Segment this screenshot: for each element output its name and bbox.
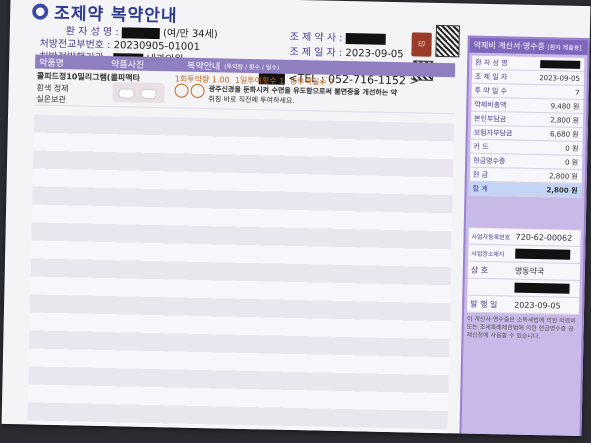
redaction: [345, 32, 386, 45]
col-drug: 약품명: [39, 58, 65, 69]
pill-icon: ●: [32, 2, 49, 20]
receipt-panel: 약제비 계산서·영수증 [환자 제출용] 환 자 성 명 조 제 일 자 2023…: [459, 35, 590, 437]
col-guide: 복약안내: [186, 61, 221, 72]
drug-form: 흰색 정제: [36, 83, 69, 94]
receipt-table: 환 자 성 명 조 제 일 자 2023-09-05 투 약 일 수7 약제비총액…: [469, 55, 585, 198]
no-alcohol-icon: [174, 83, 189, 98]
drug-storage: 실온보관: [36, 94, 66, 105]
empty-rows: [27, 114, 454, 437]
receipt-total: 합 계 2,800 원: [469, 181, 582, 198]
drug-instruction: 취침 바로 직전에 투여하세요.: [208, 95, 295, 105]
redaction: [514, 282, 570, 294]
issue-date: 2023-09-05: [514, 300, 561, 311]
dispense-date: 조 제 일 자 : 2023-09-05: [289, 46, 404, 61]
pharmacy-seal: 印: [411, 32, 432, 57]
store-name: 명동약국: [514, 266, 545, 276]
qr-code: [435, 24, 461, 58]
col-photo: 약품사진: [111, 59, 145, 71]
col-guide-sub: (투약량 / 횟수 / 일수): [224, 62, 280, 72]
redaction: [515, 248, 571, 260]
biz-number: 720-62-00062: [515, 232, 573, 243]
medication-panel: 약품명 약품사진 복약안내 (투약량 / 횟수 / 일수) 콜피드정10밀리그램…: [27, 54, 456, 437]
receipt-note: 이 계산서·영수증은 소득세법에 의한 의료비 또는 조세특례제한법에 의한 현…: [466, 315, 576, 341]
receipt-title: 약제비 계산서·영수증 [환자 제출용]: [469, 37, 588, 56]
prescription-sheet: ● 조제약 복약안내 환 자 성 명 : (여/만 34세) 처방전교부번호 :…: [1, 0, 591, 437]
drug-photo: [112, 82, 165, 104]
drug-row: 콜피드정10밀리그램(콜피맥타 흰색 정제 실온보관 1회투약량 1.00 1일…: [34, 68, 455, 115]
business-info: 사업자등록번호 720-62-00062 사업장소재지 상 호 명동약국 발 행 일…: [466, 227, 581, 315]
no-driving-icon: [190, 83, 205, 99]
